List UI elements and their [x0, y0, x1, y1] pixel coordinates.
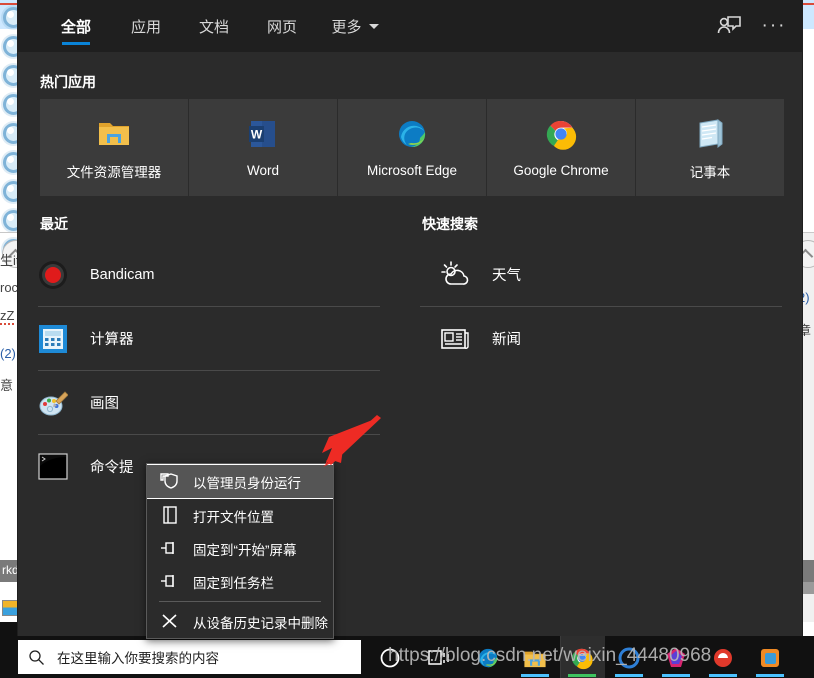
app-tile-label: 文件资源管理器 [66, 164, 162, 180]
context-menu-item-2[interactable]: 打开文件位置 [147, 499, 333, 532]
background-text-fragment: 生it [0, 253, 20, 268]
tab-label: 网页 [266, 18, 297, 36]
quick-search-separator [420, 306, 782, 307]
quick-search-item-2[interactable]: 新闻 [420, 311, 782, 366]
tab-3[interactable]: 文档 [186, 0, 242, 52]
taskbar-running-indicator [521, 674, 549, 677]
taskbar-app-red-icon[interactable] [711, 646, 735, 670]
gear-icon [2, 151, 24, 173]
gear-icon [2, 209, 24, 231]
app-tile-1[interactable]: 文件资源管理器 [40, 99, 188, 196]
context-menu-item-label: 固定到“开始”屏幕 [193, 542, 297, 558]
background-small-icon [2, 600, 18, 616]
recent-item-label: Bandicam [90, 266, 155, 283]
top-apps-title: 热门应用 [40, 74, 96, 90]
command-prompt-icon [38, 452, 68, 482]
gear-icon [2, 122, 24, 144]
magnifier-icon [28, 649, 45, 666]
news-icon [440, 324, 470, 354]
weather-icon [440, 260, 470, 290]
quick-search-item-label: 新闻 [492, 332, 521, 348]
background-text-fragment: zZ [0, 308, 15, 325]
tab-active-underline [62, 42, 90, 45]
taskbar-running-indicator [568, 674, 596, 677]
context-menu-item-4[interactable]: 固定到任务栏 [147, 565, 333, 598]
recent-item-label: 计算器 [90, 332, 134, 348]
chevron-down-icon [368, 23, 379, 29]
gear-icon [2, 93, 24, 115]
red-arrow-annotation [305, 415, 395, 480]
context-menu-item-5[interactable]: 从设备历史记录中删除 [147, 605, 333, 638]
tab-label: 全部 [60, 18, 91, 36]
gear-icon [2, 35, 24, 57]
word-icon: W [246, 117, 280, 151]
background-text-fragment: (2) [0, 346, 16, 361]
shield-icon [159, 470, 183, 494]
context-menu: 以管理员身份运行 打开文件位置固定到“开始”屏幕 固定到任务栏从设备历史记录中删除 [146, 463, 334, 639]
app-tile-5[interactable]: 记事本 [636, 99, 784, 196]
recent-separator [38, 306, 380, 307]
tab-label: 更多 [331, 18, 362, 36]
recent-item-label: 画图 [90, 396, 119, 412]
app-tile-label: Word [246, 163, 279, 178]
calculator-icon [38, 324, 68, 354]
app-tile-2[interactable]: W Word [189, 99, 337, 196]
bandicam-icon [38, 260, 68, 290]
gear-icon [2, 180, 24, 202]
recent-separator [38, 370, 380, 371]
quick-search-item-label: 天气 [492, 268, 521, 284]
context-menu-item-3[interactable]: 固定到“开始”屏幕 [147, 532, 333, 565]
context-menu-item-label: 以管理员身份运行 [193, 475, 301, 491]
quick-search-title: 快速搜索 [422, 216, 478, 232]
app-tile-4[interactable]: Google Chrome [487, 99, 635, 196]
gear-icon [2, 6, 24, 28]
taskbar-search-placeholder: 在这里输入你要搜索的内容 [57, 651, 219, 666]
search-tabbar: 全部 应用 文档 网页 更多 [18, 0, 802, 52]
app-tile-label: Google Chrome [513, 163, 609, 178]
folder-open-icon [159, 504, 183, 528]
taskbar-running-indicator [756, 674, 784, 677]
recent-item-1[interactable]: Bandicam [18, 247, 380, 302]
close-x-icon [159, 610, 183, 634]
paint-icon [38, 388, 69, 418]
taskbar-app-orange-icon[interactable] [758, 646, 782, 670]
taskbar-running-indicator [709, 674, 737, 677]
gear-icon [2, 64, 24, 86]
recent-item-label: 命令提 [90, 460, 134, 476]
taskbar-running-indicator [662, 674, 690, 677]
tab-4[interactable]: 网页 [254, 0, 310, 52]
tab-1[interactable]: 全部 [48, 0, 104, 52]
feedback-icon[interactable] [711, 8, 747, 44]
chrome-icon [544, 117, 578, 151]
start-search-panel: 全部 应用 文档 网页 更多 ··· 热门应用 文件资源管理器 W Word Microsof… [18, 0, 802, 636]
recent-title: 最近 [40, 216, 68, 232]
watermark-text: https://blog.csdn.net/weixin_44480968 [388, 645, 712, 666]
taskbar-running-indicator [615, 674, 643, 677]
recent-item-2[interactable]: 计算器 [18, 311, 380, 366]
context-menu-item-label: 打开文件位置 [193, 509, 274, 525]
edge-icon [395, 117, 429, 151]
taskbar-search-box[interactable]: 在这里输入你要搜索的内容 [18, 640, 361, 674]
app-tile-3[interactable]: Microsoft Edge [338, 99, 486, 196]
file-explorer-icon [97, 115, 131, 149]
more-options-button[interactable]: ··· [756, 8, 792, 44]
notepad-icon [693, 115, 727, 149]
tab-label: 文档 [198, 18, 229, 36]
app-tile-label: 记事本 [689, 164, 731, 180]
context-menu-item-label: 从设备历史记录中删除 [193, 615, 328, 631]
background-text-fragment: 意 [0, 378, 14, 393]
svg-text:W: W [251, 128, 263, 142]
app-tile-label: Microsoft Edge [366, 163, 458, 178]
quick-search-item-1[interactable]: 天气 [420, 247, 782, 302]
tab-5[interactable]: 更多 [322, 0, 388, 52]
pin-icon [159, 537, 183, 561]
context-menu-item-label: 固定到任务栏 [193, 575, 274, 591]
context-menu-separator [159, 601, 321, 602]
pin-icon [159, 570, 183, 594]
tab-2[interactable]: 应用 [118, 0, 174, 52]
tab-label: 应用 [130, 18, 161, 36]
background-text-fragment: roc [0, 280, 19, 295]
